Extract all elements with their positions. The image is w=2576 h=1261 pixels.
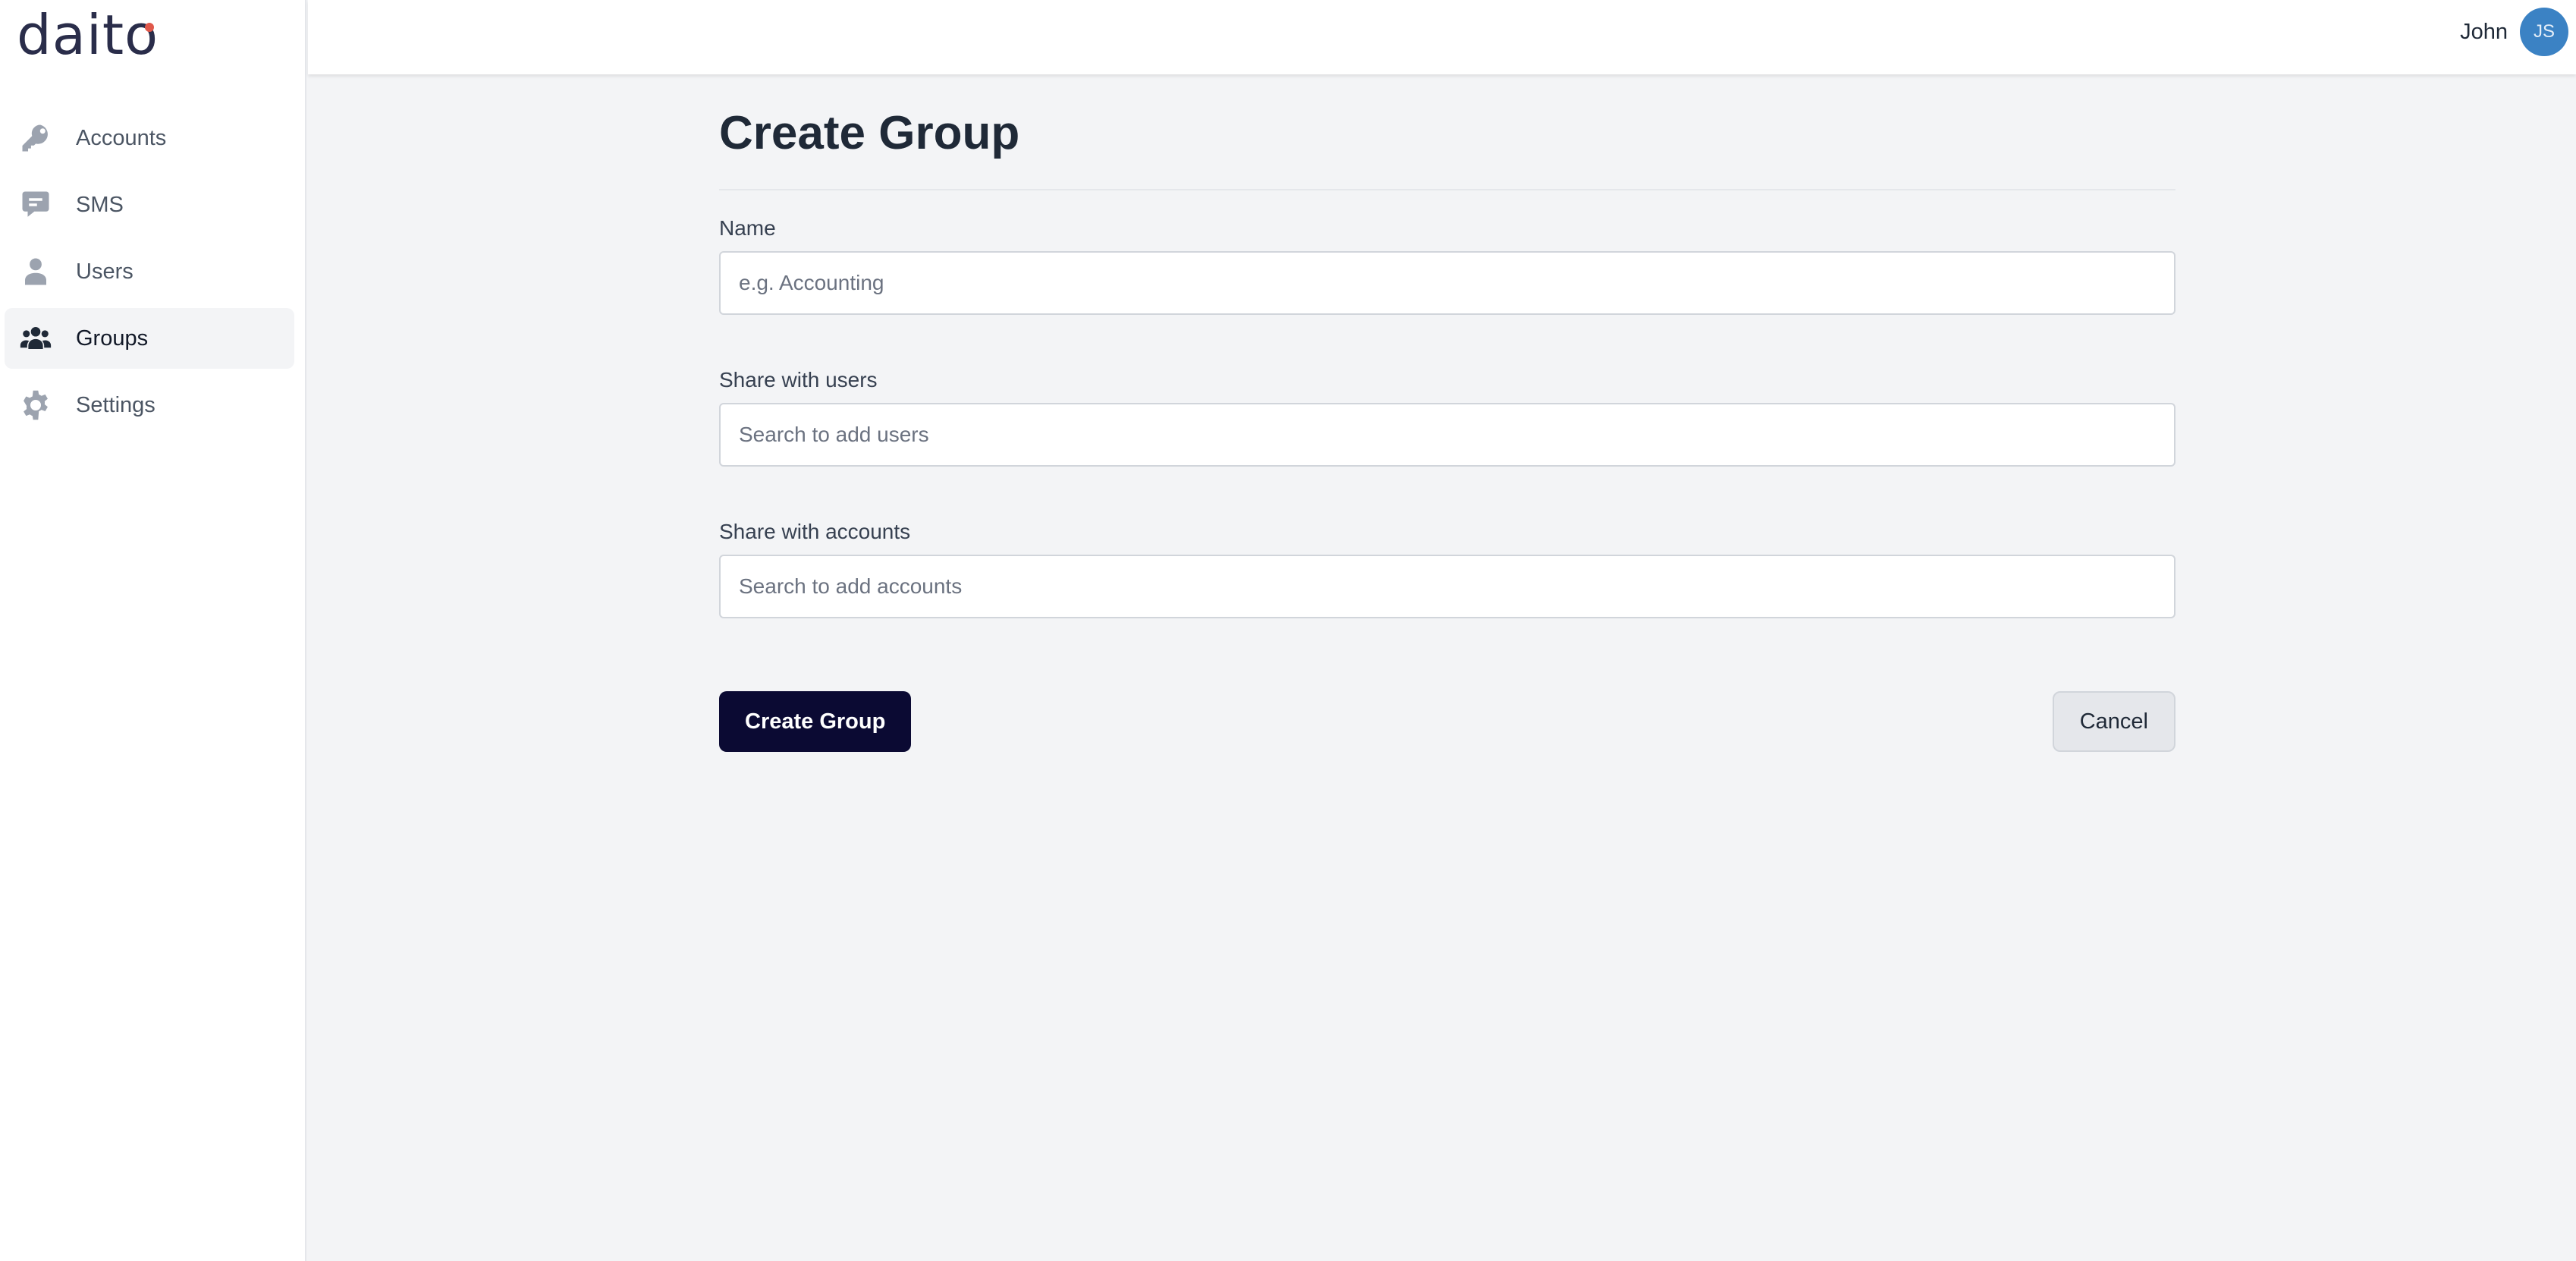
share-accounts-input[interactable] — [719, 555, 2175, 618]
sidebar-item-accounts[interactable]: Accounts — [5, 108, 294, 168]
logo[interactable]: daito — [17, 5, 159, 65]
logo-text: daito — [17, 3, 159, 67]
sidebar-item-label: Users — [76, 259, 134, 284]
top-header: John JS — [308, 0, 2576, 74]
name-field-group: Name — [719, 216, 2175, 315]
sidebar-item-label: Settings — [76, 392, 156, 417]
form-actions: Create Group Cancel — [719, 691, 2175, 752]
sidebar-item-label: Groups — [76, 325, 149, 351]
users-group-icon — [18, 321, 53, 356]
create-group-form: Create Group Name Share with users Share… — [719, 106, 2175, 752]
user-name: John — [2460, 19, 2508, 44]
avatar[interactable]: JS — [2520, 8, 2568, 56]
create-group-button[interactable]: Create Group — [719, 691, 912, 752]
share-accounts-field-group: Share with accounts — [719, 520, 2175, 618]
page-title: Create Group — [719, 106, 2175, 190]
logo-accent-dot — [145, 23, 155, 32]
user-menu[interactable]: John JS — [2460, 8, 2568, 56]
gear-icon — [18, 388, 53, 423]
sidebar-item-users[interactable]: Users — [5, 241, 294, 302]
name-label: Name — [719, 216, 776, 240]
sidebar-item-groups[interactable]: Groups — [5, 308, 294, 369]
chat-icon — [18, 187, 53, 222]
sidebar-item-label: SMS — [76, 192, 124, 217]
sidebar: daito Accounts SMS Users Groups Settings — [0, 0, 306, 1261]
key-icon — [18, 121, 53, 156]
cancel-button[interactable]: Cancel — [2052, 691, 2175, 752]
share-users-field-group: Share with users — [719, 368, 2175, 467]
share-accounts-label: Share with accounts — [719, 520, 911, 543]
user-icon — [18, 254, 53, 289]
sidebar-item-sms[interactable]: SMS — [5, 175, 294, 235]
sidebar-item-settings[interactable]: Settings — [5, 375, 294, 436]
share-users-label: Share with users — [719, 368, 878, 392]
sidebar-item-label: Accounts — [76, 125, 167, 150]
sidebar-nav: Accounts SMS Users Groups Settings — [5, 108, 294, 442]
name-input[interactable] — [719, 251, 2175, 315]
share-users-input[interactable] — [719, 403, 2175, 467]
